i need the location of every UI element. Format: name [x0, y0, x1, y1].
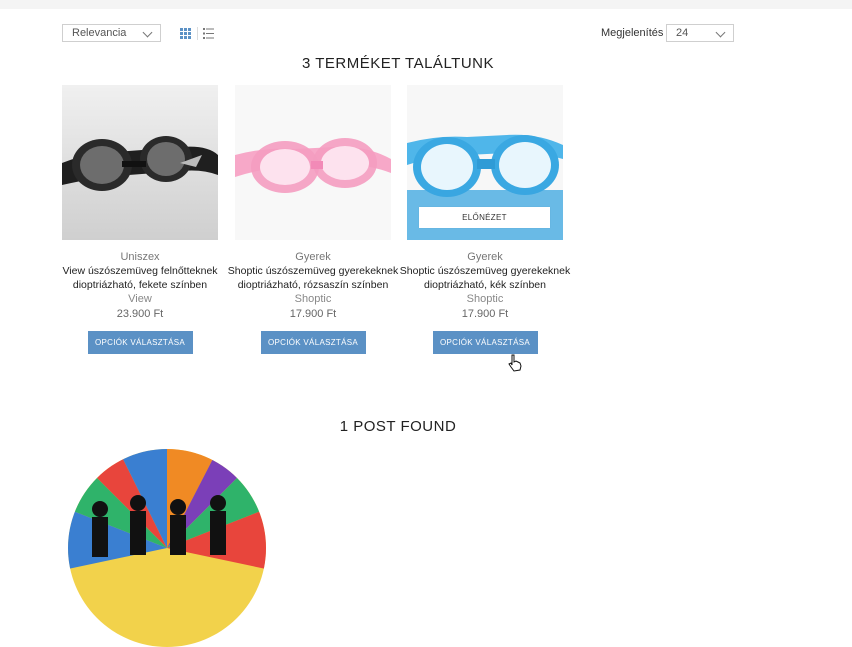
- product-price: 23.900 Ft: [116, 308, 164, 320]
- per-page-label: Megjelenítés: [601, 27, 664, 39]
- choose-options-button[interactable]: OPCIÓK VÁLASZTÁSA: [432, 331, 538, 354]
- posts-title: 1 POST FOUND: [339, 418, 457, 435]
- product-name[interactable]: Shoptic úszószemüveg gyerekeknek dioptri…: [223, 264, 403, 292]
- product-brand: View: [128, 293, 152, 305]
- hand-cursor-icon: [508, 354, 522, 372]
- product-price: 17.900 Ft: [461, 308, 509, 320]
- results-title: 3 TERMÉKET TALÁLTUNK: [302, 55, 494, 72]
- per-page-value: 24: [676, 27, 689, 39]
- per-page-select[interactable]: 24: [666, 24, 734, 42]
- product-name[interactable]: View úszószemüveg felnőtteknek dioptriáz…: [50, 264, 230, 292]
- product-brand: Shoptic: [294, 293, 332, 305]
- product-image[interactable]: ELŐNÉZET: [407, 85, 563, 240]
- list-view-icon[interactable]: [203, 28, 214, 39]
- view-toggle-divider: [197, 27, 198, 40]
- product-image[interactable]: [62, 85, 218, 240]
- product-price: 17.900 Ft: [289, 308, 337, 320]
- product-category: Uniszex: [120, 251, 160, 263]
- quick-view-button[interactable]: ELŐNÉZET: [419, 207, 550, 228]
- product-info: Uniszex View úszószemüveg felnőtteknek d…: [50, 250, 230, 354]
- product-brand: Shoptic: [466, 293, 504, 305]
- post-thumbnail[interactable]: [68, 449, 266, 647]
- choose-options-button[interactable]: OPCIÓK VÁLASZTÁSA: [260, 331, 366, 354]
- choose-options-button[interactable]: OPCIÓK VÁLASZTÁSA: [87, 331, 193, 354]
- chevron-down-icon: [142, 27, 153, 38]
- product-category: Gyerek: [467, 251, 503, 263]
- top-bar: [0, 0, 852, 9]
- sort-select-value: Relevancia: [72, 27, 127, 39]
- sort-select[interactable]: Relevancia: [62, 24, 161, 42]
- product-image[interactable]: [235, 85, 391, 240]
- grid-view-icon[interactable]: [180, 28, 191, 39]
- chevron-down-icon: [715, 27, 726, 38]
- product-name[interactable]: Shoptic úszószemüveg gyerekeknek dioptri…: [395, 264, 575, 292]
- product-category: Gyerek: [295, 251, 331, 263]
- product-info: Gyerek Shoptic úszószemüveg gyerekeknek …: [223, 250, 403, 354]
- product-info: Gyerek Shoptic úszószemüveg gyerekeknek …: [395, 250, 575, 354]
